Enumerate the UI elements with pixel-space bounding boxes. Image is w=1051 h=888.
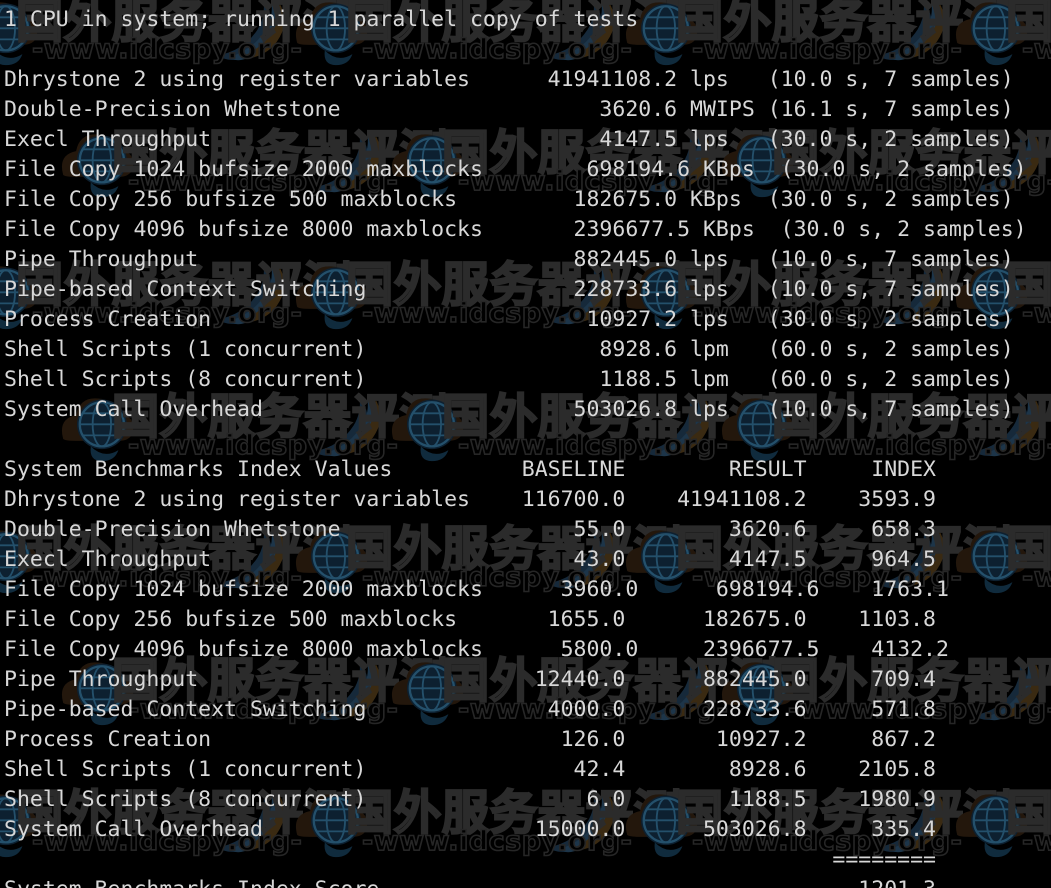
index-values-row: File Copy 1024 bufsize 2000 maxblocks 39… — [4, 577, 949, 602]
cpu-header-line: 1 CPU in system; running 1 parallel copy… — [4, 7, 639, 32]
index-score-separator: ======== — [4, 847, 936, 872]
index-values-row: Execl Throughput 43.0 4147.5 964.5 — [4, 547, 936, 572]
benchmark-result-row: Pipe-based Context Switching 228733.6 lp… — [4, 277, 1014, 302]
benchmark-result-row: Pipe Throughput 882445.0 lps (10.0 s, 7 … — [4, 247, 1014, 272]
index-values-row: Shell Scripts (1 concurrent) 42.4 8928.6… — [4, 757, 936, 782]
benchmark-result-row: Execl Throughput 4147.5 lps (30.0 s, 2 s… — [4, 127, 1014, 152]
index-values-row: Double-Precision Whetstone 55.0 3620.6 6… — [4, 517, 936, 542]
index-values-row: Dhrystone 2 using register variables 116… — [4, 487, 936, 512]
index-values-row: Pipe-based Context Switching 4000.0 2287… — [4, 697, 936, 722]
index-values-row: Shell Scripts (8 concurrent) 6.0 1188.5 … — [4, 787, 936, 812]
console-output: 1 CPU in system; running 1 parallel copy… — [0, 0, 1051, 888]
benchmark-result-row: File Copy 1024 bufsize 2000 maxblocks 69… — [4, 157, 1027, 182]
benchmark-result-row: File Copy 4096 bufsize 8000 maxblocks 23… — [4, 217, 1027, 242]
benchmark-result-row: Shell Scripts (1 concurrent) 8928.6 lpm … — [4, 337, 1014, 362]
benchmark-result-row: Dhrystone 2 using register variables 419… — [4, 67, 1014, 92]
index-values-row: File Copy 256 bufsize 500 maxblocks 1655… — [4, 607, 936, 632]
index-values-row: File Copy 4096 bufsize 8000 maxblocks 58… — [4, 637, 949, 662]
index-values-row: Process Creation 126.0 10927.2 867.2 — [4, 727, 936, 752]
terminal-window: 国外服务器评测 -www.idcspy.org- 国外服务器评测 -www.idcsp… — [0, 0, 1051, 888]
index-score-row: System Benchmarks Index Score 1201.3 — [4, 875, 1051, 888]
index-values-row: Pipe Throughput 12440.0 882445.0 709.4 — [4, 667, 936, 692]
benchmark-result-row: Double-Precision Whetstone 3620.6 MWIPS … — [4, 97, 1014, 122]
index-values-row: System Call Overhead 15000.0 503026.8 33… — [4, 817, 936, 842]
index-values-header: System Benchmarks Index Values BASELINE … — [4, 457, 936, 482]
benchmark-result-row: System Call Overhead 503026.8 lps (10.0 … — [4, 397, 1014, 422]
benchmark-result-row: Process Creation 10927.2 lps (30.0 s, 2 … — [4, 307, 1014, 332]
benchmark-result-row: File Copy 256 bufsize 500 maxblocks 1826… — [4, 187, 1014, 212]
benchmark-result-row: Shell Scripts (8 concurrent) 1188.5 lpm … — [4, 367, 1014, 392]
